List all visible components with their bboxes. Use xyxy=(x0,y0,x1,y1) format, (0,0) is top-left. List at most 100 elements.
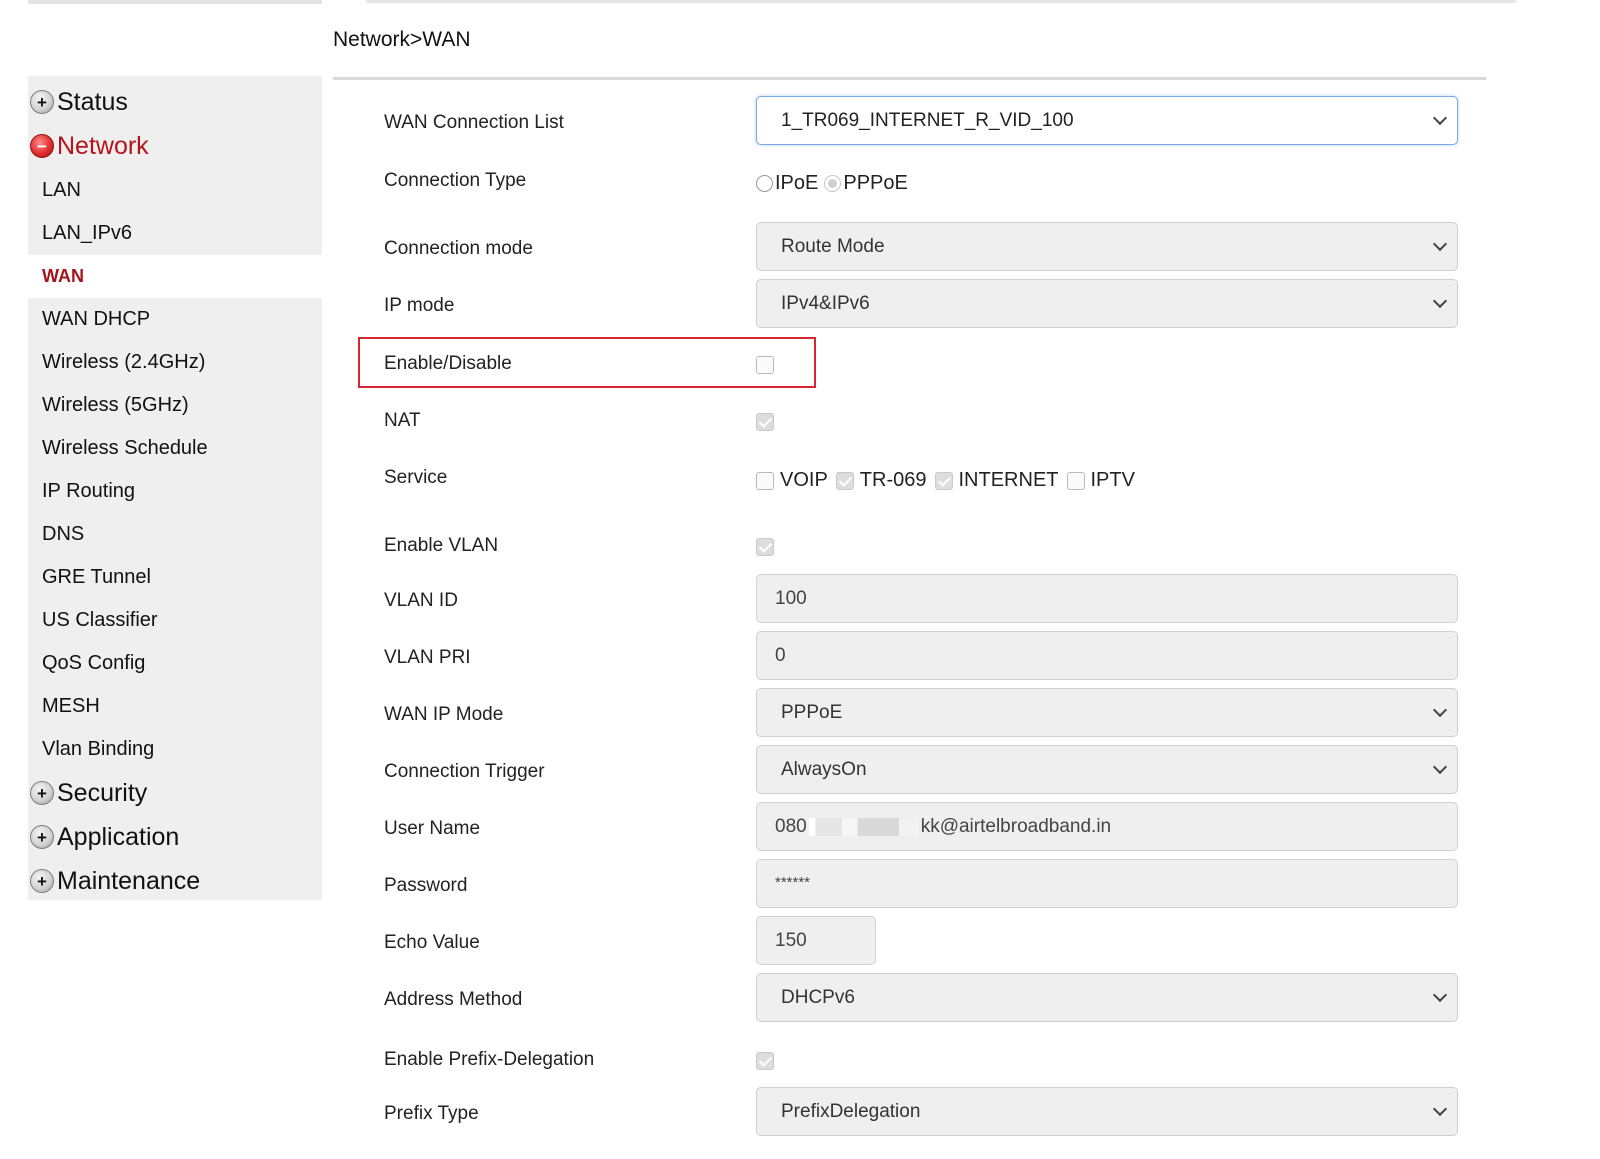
radio-ipoe[interactable] xyxy=(756,175,773,192)
sidebar-group-network[interactable]: − Network xyxy=(28,124,322,168)
service-tr069-checkbox[interactable] xyxy=(835,471,854,490)
row-enable-disable: Enable/Disable xyxy=(384,353,1484,374)
sidebar-nav: + Status − Network LAN LAN_IPv6 WAN WAN … xyxy=(28,76,322,900)
enable-disable-checkbox[interactable] xyxy=(756,356,774,374)
wan-ip-mode-value: PPPoE xyxy=(781,701,843,723)
vlan-pri-value: 0 xyxy=(775,644,786,666)
sidebar-group-label: Application xyxy=(57,822,180,851)
expand-plus-icon: + xyxy=(30,781,54,805)
radio-pppoe[interactable] xyxy=(824,175,842,192)
sidebar-item-wireless-24ghz[interactable]: Wireless (2.4GHz) xyxy=(28,341,322,384)
sidebar-group-status[interactable]: + Status xyxy=(28,80,322,124)
service-checkbox-group: VOIP TR-069 INTERNET IPTV xyxy=(756,469,1141,492)
sidebar-item-wan[interactable]: WAN xyxy=(28,255,322,298)
header-divider xyxy=(333,77,1486,80)
connection-type-label: Connection Type xyxy=(384,170,527,191)
nat-checkbox[interactable] xyxy=(756,413,774,431)
top-divider xyxy=(366,0,1516,3)
user-name-input[interactable]: 080 kk@airtelbroadband.in xyxy=(756,802,1458,851)
chevron-down-icon xyxy=(1432,987,1448,1002)
vlan-id-label: VLAN ID xyxy=(384,590,458,611)
sidebar-group-label: Status xyxy=(57,87,128,116)
enable-vlan-checkbox[interactable] xyxy=(756,538,774,556)
echo-value-label: Echo Value xyxy=(384,932,480,953)
row-wan-ip-mode: WAN IP Mode PPPoE xyxy=(384,688,1484,737)
service-iptv-checkbox[interactable] xyxy=(1066,471,1085,490)
breadcrumb: Network>WAN xyxy=(333,28,471,51)
chevron-down-icon xyxy=(1432,759,1448,774)
sidebar-item-ip-routing[interactable]: IP Routing xyxy=(28,470,322,513)
service-tr069-label: TR-069 xyxy=(859,469,927,491)
wan-connection-list-select[interactable]: 1_TR069_INTERNET_R_VID_100 xyxy=(756,96,1458,145)
ip-mode-label: IP mode xyxy=(384,295,455,316)
radio-ipoe-label: IPoE xyxy=(775,172,819,194)
echo-value-input[interactable]: 150 xyxy=(756,916,876,965)
connection-mode-select[interactable]: Route Mode xyxy=(756,222,1458,271)
sidebar-item-us-classifier[interactable]: US Classifier xyxy=(28,599,322,642)
password-input[interactable]: ****** xyxy=(756,859,1458,908)
sidebar-item-gre-tunnel[interactable]: GRE Tunnel xyxy=(28,556,322,599)
service-voip-checkbox[interactable] xyxy=(756,471,774,490)
enable-prefix-delegation-label: Enable Prefix-Delegation xyxy=(384,1049,595,1070)
expand-plus-icon: + xyxy=(30,90,54,114)
row-address-method: Address Method DHCPv6 xyxy=(384,973,1484,1022)
wan-ip-mode-label: WAN IP Mode xyxy=(384,704,504,725)
service-internet-checkbox[interactable] xyxy=(934,471,953,490)
sidebar-item-qos-config[interactable]: QoS Config xyxy=(28,642,322,685)
password-label: Password xyxy=(384,875,468,896)
password-value: ****** xyxy=(775,874,811,891)
user-name-suffix: kk@airtelbroadband.in xyxy=(920,815,1112,837)
sidebar-group-application[interactable]: + Application xyxy=(28,815,322,859)
service-voip-label: VOIP xyxy=(780,469,828,491)
prefix-type-label: Prefix Type xyxy=(384,1103,479,1124)
sidebar-group-maintenance[interactable]: + Maintenance xyxy=(28,859,322,903)
address-method-select[interactable]: DHCPv6 xyxy=(756,973,1458,1022)
sidebar-item-lan-ipv6[interactable]: LAN_IPv6 xyxy=(28,212,322,255)
sidebar-item-wireless-5ghz[interactable]: Wireless (5GHz) xyxy=(28,384,322,427)
service-label: Service xyxy=(384,467,448,488)
sidebar-item-wireless-schedule[interactable]: Wireless Schedule xyxy=(28,427,322,470)
sidebar-item-lan[interactable]: LAN xyxy=(28,169,322,212)
row-connection-trigger: Connection Trigger AlwaysOn xyxy=(384,745,1484,794)
chevron-down-icon xyxy=(1432,1101,1448,1116)
prefix-type-value: PrefixDelegation xyxy=(781,1100,921,1122)
sidebar-item-vlan-binding[interactable]: Vlan Binding xyxy=(28,728,322,771)
radio-pppoe-label: PPPoE xyxy=(843,172,908,194)
connection-mode-label: Connection mode xyxy=(384,238,533,259)
wan-connection-list-value: 1_TR069_INTERNET_R_VID_100 xyxy=(781,109,1074,131)
ip-mode-value: IPv4&IPv6 xyxy=(781,292,870,314)
row-prefix-type: Prefix Type PrefixDelegation xyxy=(384,1087,1484,1136)
user-name-label: User Name xyxy=(384,818,481,839)
wan-ip-mode-select[interactable]: PPPoE xyxy=(756,688,1458,737)
prefix-type-select[interactable]: PrefixDelegation xyxy=(756,1087,1458,1136)
address-method-value: DHCPv6 xyxy=(781,986,855,1008)
echo-value-value: 150 xyxy=(775,929,807,951)
ip-mode-select[interactable]: IPv4&IPv6 xyxy=(756,279,1458,328)
nat-label: NAT xyxy=(384,410,421,431)
collapse-minus-icon: − xyxy=(30,134,54,158)
connection-type-radio-group: IPoE PPPoE xyxy=(756,172,914,195)
user-name-prefix: 080 xyxy=(775,815,807,837)
sidebar-top-strip xyxy=(28,0,322,4)
row-wan-connection-list: WAN Connection List 1_TR069_INTERNET_R_V… xyxy=(384,96,1484,145)
expand-plus-icon: + xyxy=(30,869,54,893)
vlan-id-input[interactable]: 100 xyxy=(756,574,1458,623)
sidebar-item-dns[interactable]: DNS xyxy=(28,513,322,556)
service-internet-label: INTERNET xyxy=(958,469,1059,491)
address-method-label: Address Method xyxy=(384,989,523,1010)
sidebar-group-security[interactable]: + Security xyxy=(28,771,322,815)
wan-connection-list-label: WAN Connection List xyxy=(384,112,564,133)
service-iptv-label: IPTV xyxy=(1090,469,1135,491)
vlan-id-value: 100 xyxy=(775,587,807,609)
chevron-down-icon xyxy=(1432,110,1448,125)
vlan-pri-input[interactable]: 0 xyxy=(756,631,1458,680)
enable-prefix-delegation-checkbox[interactable] xyxy=(756,1052,774,1070)
sidebar-item-mesh[interactable]: MESH xyxy=(28,685,322,728)
sidebar-group-label: Network xyxy=(57,131,149,160)
redacted-blur xyxy=(808,817,919,836)
sidebar-item-wan-dhcp[interactable]: WAN DHCP xyxy=(28,298,322,341)
connection-trigger-select[interactable]: AlwaysOn xyxy=(756,745,1458,794)
row-connection-mode: Connection mode Route Mode xyxy=(384,222,1484,271)
expand-plus-icon: + xyxy=(30,825,54,849)
connection-trigger-label: Connection Trigger xyxy=(384,761,545,782)
